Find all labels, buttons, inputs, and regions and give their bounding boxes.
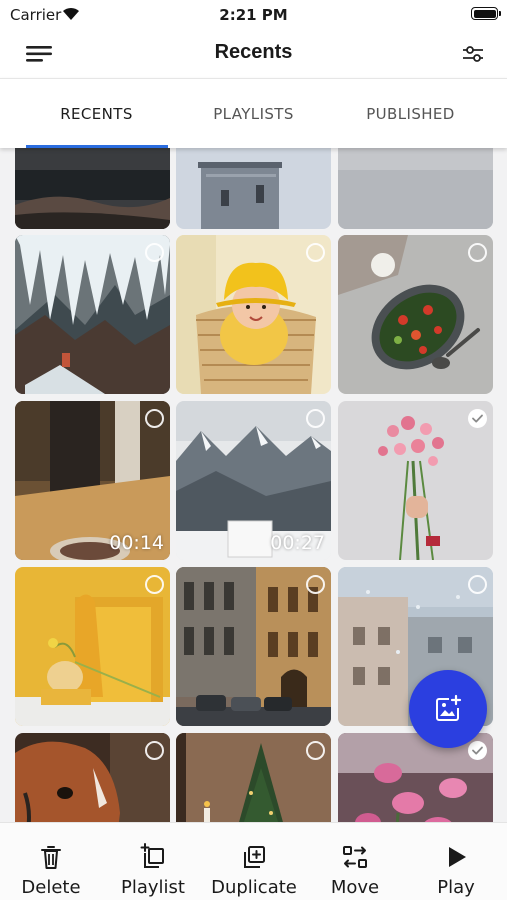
selected-check-icon[interactable] — [468, 741, 487, 760]
media-tile[interactable] — [338, 148, 493, 229]
duplicate-icon — [244, 846, 265, 868]
video-duration: 00:14 — [109, 532, 164, 554]
select-circle[interactable] — [306, 575, 325, 594]
media-tile[interactable] — [15, 567, 170, 726]
delete-label: Delete — [21, 877, 81, 898]
play-icon — [449, 847, 466, 867]
play-label: Play — [437, 877, 475, 898]
play-button[interactable]: Play — [426, 823, 486, 900]
battery-icon — [471, 7, 501, 20]
tab-playlists-label: PLAYLISTS — [213, 105, 294, 123]
filter-sliders-icon[interactable] — [461, 42, 485, 66]
select-circle[interactable] — [306, 741, 325, 760]
tab-recents-label: RECENTS — [60, 105, 133, 123]
playlist-label: Playlist — [121, 877, 185, 898]
media-tile[interactable] — [338, 733, 493, 822]
video-duration: 00:27 — [270, 532, 325, 554]
nav-bar: Recents — [0, 30, 507, 78]
media-tile[interactable] — [176, 235, 331, 394]
page-title: Recents — [214, 41, 293, 63]
move-icon — [343, 846, 367, 868]
add-to-playlist-icon — [140, 843, 164, 868]
select-circle[interactable] — [468, 243, 487, 262]
duplicate-button[interactable]: Duplicate — [211, 823, 297, 900]
select-circle[interactable] — [306, 409, 325, 428]
playlist-button[interactable]: Playlist — [116, 823, 190, 900]
tab-playlists[interactable]: PLAYLISTS — [169, 79, 338, 149]
move-label: Move — [330, 877, 380, 898]
delete-button[interactable]: Delete — [14, 823, 88, 900]
duplicate-label: Duplicate — [211, 877, 297, 898]
status-time: 2:21 PM — [219, 6, 288, 24]
add-media-fab[interactable] — [409, 670, 487, 748]
media-tile[interactable] — [176, 567, 331, 726]
media-tile[interactable] — [338, 401, 493, 560]
media-tile[interactable]: 00:27 — [176, 401, 331, 560]
media-tile[interactable] — [15, 235, 170, 394]
media-tile[interactable] — [176, 733, 331, 822]
select-circle[interactable] — [306, 243, 325, 262]
status-bar: Carrier 2:21 PM — [0, 0, 507, 30]
active-tab-indicator — [26, 145, 168, 148]
media-tile[interactable] — [15, 733, 170, 822]
tab-published-label: PUBLISHED — [366, 105, 455, 123]
select-circle[interactable] — [145, 409, 164, 428]
select-circle[interactable] — [468, 575, 487, 594]
selected-check-icon[interactable] — [468, 409, 487, 428]
media-tile[interactable] — [15, 148, 170, 229]
select-circle[interactable] — [145, 243, 164, 262]
add-image-icon — [436, 694, 462, 721]
media-tile[interactable] — [176, 148, 331, 229]
media-tile[interactable] — [338, 235, 493, 394]
trash-icon — [41, 846, 61, 869]
tab-published[interactable]: PUBLISHED — [326, 79, 495, 149]
media-tile[interactable]: 00:14 — [15, 401, 170, 560]
select-circle[interactable] — [145, 741, 164, 760]
move-button[interactable]: Move — [320, 823, 390, 900]
action-toolbar: Delete Playlist Duplicate Move Play — [0, 822, 507, 900]
tab-recents[interactable]: RECENTS — [12, 79, 181, 149]
tab-bar: RECENTS PLAYLISTS PUBLISHED — [0, 78, 507, 148]
select-circle[interactable] — [145, 575, 164, 594]
